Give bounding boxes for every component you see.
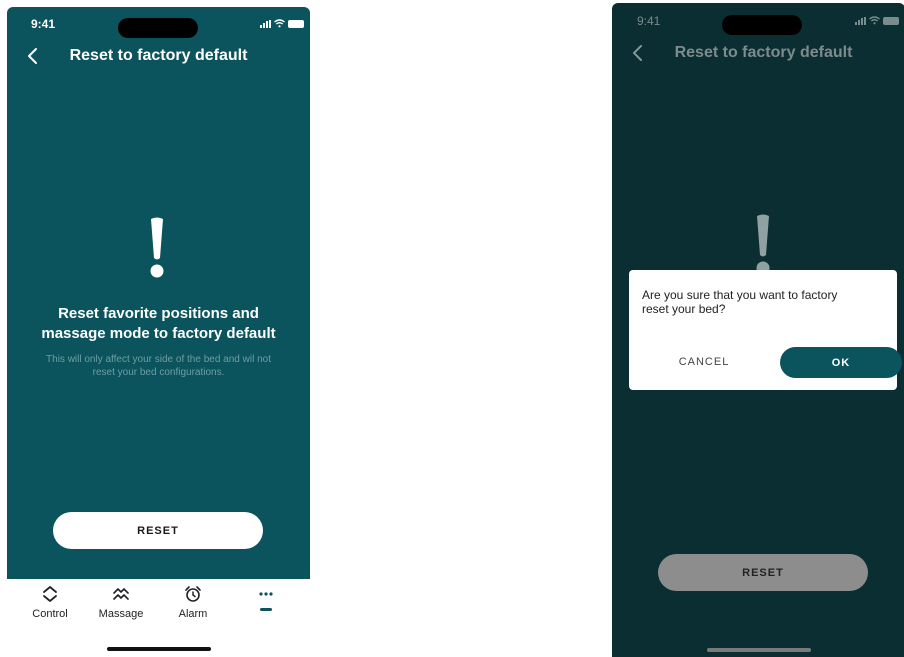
alarm-clock-icon bbox=[185, 586, 201, 602]
status-icons bbox=[260, 19, 304, 28]
page-title: Reset to factory default bbox=[69, 47, 248, 64]
reset-heading-line2: massage mode to factory default bbox=[41, 325, 276, 342]
tab-control-label: Control bbox=[32, 608, 68, 620]
exclamation-icon bbox=[150, 217, 164, 278]
dialog-message: Are you sure that you want to factory re… bbox=[642, 288, 883, 316]
tab-massage[interactable]: Massage bbox=[86, 585, 156, 620]
battery-icon bbox=[883, 16, 899, 25]
dialog-message-line1: Are you sure that you want to factory bbox=[642, 288, 838, 302]
signal-icon bbox=[855, 16, 866, 25]
home-indicator bbox=[106, 647, 211, 651]
exclamation-icon bbox=[756, 214, 770, 275]
reset-heading: Reset favorite positions and massage mod… bbox=[7, 304, 310, 344]
dialog-message-line2: reset your bed? bbox=[642, 302, 726, 316]
tab-massage-label: Massage bbox=[98, 608, 144, 620]
reset-description-line1: This will only affect your side of the b… bbox=[46, 354, 271, 365]
dynamic-island bbox=[118, 18, 198, 38]
wifi-icon bbox=[869, 16, 880, 25]
tab-alarm[interactable]: Alarm bbox=[158, 585, 228, 620]
wifi-icon bbox=[274, 19, 285, 28]
reset-heading-line1: Reset favorite positions and bbox=[58, 305, 259, 322]
dynamic-island bbox=[722, 15, 802, 35]
reset-description: This will only affect your side of the b… bbox=[23, 353, 294, 379]
tab-control[interactable]: Control bbox=[15, 585, 85, 620]
page-title: Reset to factory default bbox=[674, 44, 853, 61]
cancel-button[interactable]: CANCEL bbox=[669, 356, 739, 368]
waves-icon bbox=[113, 588, 129, 600]
tab-alarm-label: Alarm bbox=[178, 608, 208, 620]
status-time: 9:41 bbox=[31, 17, 56, 31]
status-time: 9:41 bbox=[637, 14, 661, 28]
phone-screen-reset: 9:41 Reset to factory default Reset favo… bbox=[7, 7, 310, 657]
status-icons bbox=[855, 16, 899, 25]
reset-description-line2: reset your bed configurations. bbox=[92, 367, 225, 378]
home-indicator bbox=[706, 648, 811, 652]
battery-icon bbox=[288, 19, 304, 28]
ok-button[interactable]: OK bbox=[780, 347, 902, 378]
tab-more[interactable] bbox=[231, 585, 301, 611]
more-dots-icon bbox=[259, 592, 273, 596]
signal-icon bbox=[260, 19, 271, 28]
phone-screen-confirm-dialog: 9:41 Reset to factory default Are you su… bbox=[612, 3, 904, 657]
reset-button: RESET bbox=[658, 554, 868, 591]
active-tab-indicator bbox=[260, 608, 272, 611]
reset-button[interactable]: RESET bbox=[53, 512, 263, 549]
up-down-chevron-icon bbox=[43, 586, 57, 602]
tab-bar: Control Massage Alarm bbox=[7, 579, 310, 657]
confirm-dialog: Are you sure that you want to factory re… bbox=[629, 270, 902, 390]
